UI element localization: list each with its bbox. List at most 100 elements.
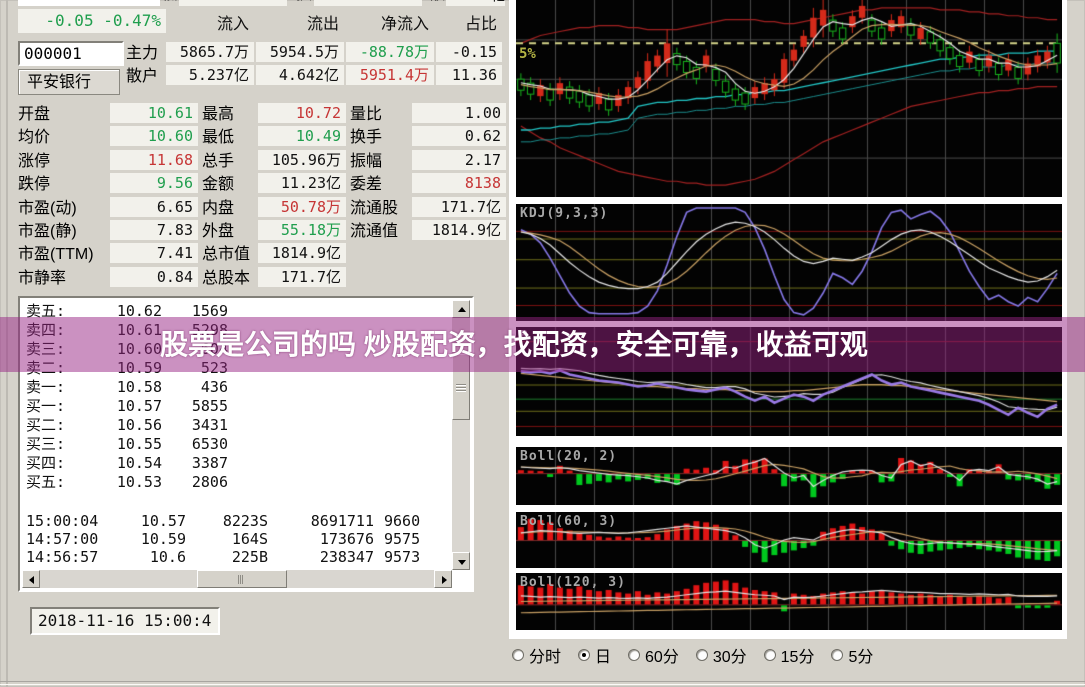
period-option-15分[interactable]: 15分	[764, 643, 815, 667]
hscroll-thumb[interactable]	[197, 570, 287, 588]
trade-amount: 238347	[282, 548, 374, 567]
radio-icon[interactable]	[628, 649, 640, 661]
retail-inflow: 5.237亿	[166, 65, 254, 85]
trade-qty: 164S	[196, 530, 268, 549]
trade-price: 10.6	[122, 548, 186, 567]
retail-label: 散户	[126, 66, 158, 88]
trade-amount: 173676	[282, 530, 374, 549]
period-option-5分[interactable]: 5分	[831, 643, 873, 667]
quote-value: 0.62	[412, 126, 506, 146]
bid-row[interactable]: 买二:10.563431	[22, 416, 452, 435]
flow-header-ratio: 占比	[436, 15, 502, 35]
bid-qty: 5855	[162, 397, 228, 416]
bid-qty: 2806	[162, 473, 228, 492]
scroll-up-button[interactable]	[452, 300, 470, 318]
radio-icon[interactable]	[512, 649, 524, 661]
quote-value: 8138	[412, 173, 506, 193]
quote-value: 171.7亿	[412, 197, 506, 217]
thumb-grip-icon	[456, 390, 466, 391]
quote-value: 55.18万	[258, 220, 346, 240]
quote-label: 总市值	[202, 244, 250, 266]
period-option-分时[interactable]: 分时	[512, 643, 561, 667]
period-option-日[interactable]: 日	[578, 643, 611, 667]
quote-label: 总手	[202, 151, 234, 173]
main-inflow: 5865.7万	[166, 42, 254, 62]
radio-icon[interactable]	[831, 649, 843, 661]
trade-time: 15:00:04	[26, 512, 96, 531]
scroll-right-button[interactable]	[434, 570, 452, 588]
amount-label: 额	[429, 0, 445, 6]
price-change-field: -0.05 -0.47%	[18, 9, 166, 33]
main-force-label: 主力	[126, 43, 158, 65]
turnover-value: 0.62	[314, 0, 422, 6]
retail-ratio: 11.36	[436, 65, 502, 85]
quote-value: 2.17	[412, 150, 506, 170]
bid-row[interactable]: 买五:10.532806	[22, 473, 452, 492]
left-arrow-icon	[29, 576, 34, 584]
trade-row[interactable]: 15:00:04 10.57 8223S 8691711 9660	[22, 512, 452, 531]
scroll-left-button[interactable]	[22, 570, 40, 588]
kdj-chart-canvas[interactable]	[516, 204, 1062, 321]
bid-price: 10.53	[92, 473, 162, 492]
bid-label: 买二:	[26, 416, 84, 435]
thumb-grip-icon	[456, 387, 466, 388]
period-option-60分[interactable]: 60分	[628, 643, 679, 667]
radio-icon[interactable]	[764, 649, 776, 661]
trade-price: 10.57	[122, 512, 186, 531]
boll60-chart-panel: Boll(60, 3)	[516, 512, 1062, 568]
trade-time: 14:56:57	[26, 548, 96, 567]
stock-code-input[interactable]	[18, 41, 124, 66]
bid-row[interactable]: 买三:10.556530	[22, 435, 452, 454]
trade-amount: 8691711	[282, 512, 374, 531]
bid-label: 买四:	[26, 454, 84, 473]
radio-icon[interactable]	[696, 649, 708, 661]
trade-row[interactable]: 14:56:5710.6225B2383479573	[22, 548, 452, 567]
ask-row[interactable]: 卖一:10.58436	[22, 378, 452, 397]
boll60-indicator-label: Boll(60, 3)	[520, 514, 617, 529]
trade-seq: 9660	[384, 512, 420, 531]
ad-banner-text: 股票是公司的吗 炒股配资，找配资，安全可靠，收益可观	[160, 317, 868, 372]
thumb-grip-icon	[456, 384, 466, 385]
ad-banner-overlay[interactable]: 股票是公司的吗 炒股配资，找配资，安全可靠，收益可观	[0, 317, 1085, 372]
trade-row[interactable]: 14:57:0010.59164S1736769575	[22, 530, 452, 549]
bid-qty: 3387	[162, 454, 228, 473]
low-value: 10.49	[179, 0, 287, 6]
main-outflow: 5954.5万	[256, 42, 344, 62]
quote-label: 开盘	[18, 104, 50, 126]
bid-price: 10.54	[92, 454, 162, 473]
stock-name: 平安银行	[18, 69, 120, 95]
quote-label: 外盘	[202, 221, 234, 243]
quote-label: 市静率	[18, 268, 66, 290]
turnover-label: 换	[296, 0, 312, 6]
radio-checked-icon[interactable]	[578, 649, 590, 661]
kdj-chart-panel: KDJ(9,3,3)	[516, 204, 1062, 321]
quote-value: 1814.9亿	[412, 220, 506, 240]
flow-header-net: 净流入	[346, 15, 434, 35]
quote-value: 7.41	[110, 243, 198, 263]
scroll-down-button[interactable]	[452, 552, 470, 570]
orderbook-hscrollbar[interactable]	[22, 570, 452, 588]
quote-table: 开盘10.61最高10.72量比1.00均价10.60最低10.49换手0.62…	[0, 103, 509, 293]
bid-row[interactable]: 买一:10.575855	[22, 397, 452, 416]
period-option-30分[interactable]: 30分	[696, 643, 747, 667]
bid-price: 10.55	[92, 435, 162, 454]
quote-label: 市盈(静)	[18, 221, 77, 243]
boll120-indicator-label: Boll(120, 3)	[520, 575, 626, 590]
period-selector: 分时 日 60分 30分 15分 5分	[512, 645, 873, 665]
quote-value: 10.61	[110, 103, 198, 123]
quote-label: 总股本	[202, 268, 250, 290]
bid-qty: 3431	[162, 416, 228, 435]
quote-value: 9.56	[110, 173, 198, 193]
bid-row[interactable]: 买四: 10.543387	[22, 454, 452, 473]
trade-qty: 8223S	[196, 512, 268, 531]
quote-label: 委差	[350, 174, 382, 196]
quote-label: 换手	[350, 127, 382, 149]
quote-label: 跌停	[18, 174, 50, 196]
period-option-label: 日	[595, 643, 611, 667]
flow-header-in: 流入	[166, 15, 254, 35]
kline-chart-canvas[interactable]	[516, 0, 1062, 197]
trade-time: 14:57:00	[26, 530, 96, 549]
down-arrow-icon	[458, 560, 466, 565]
bid-label: 买一:	[26, 397, 84, 416]
low-label: 低	[162, 0, 178, 6]
